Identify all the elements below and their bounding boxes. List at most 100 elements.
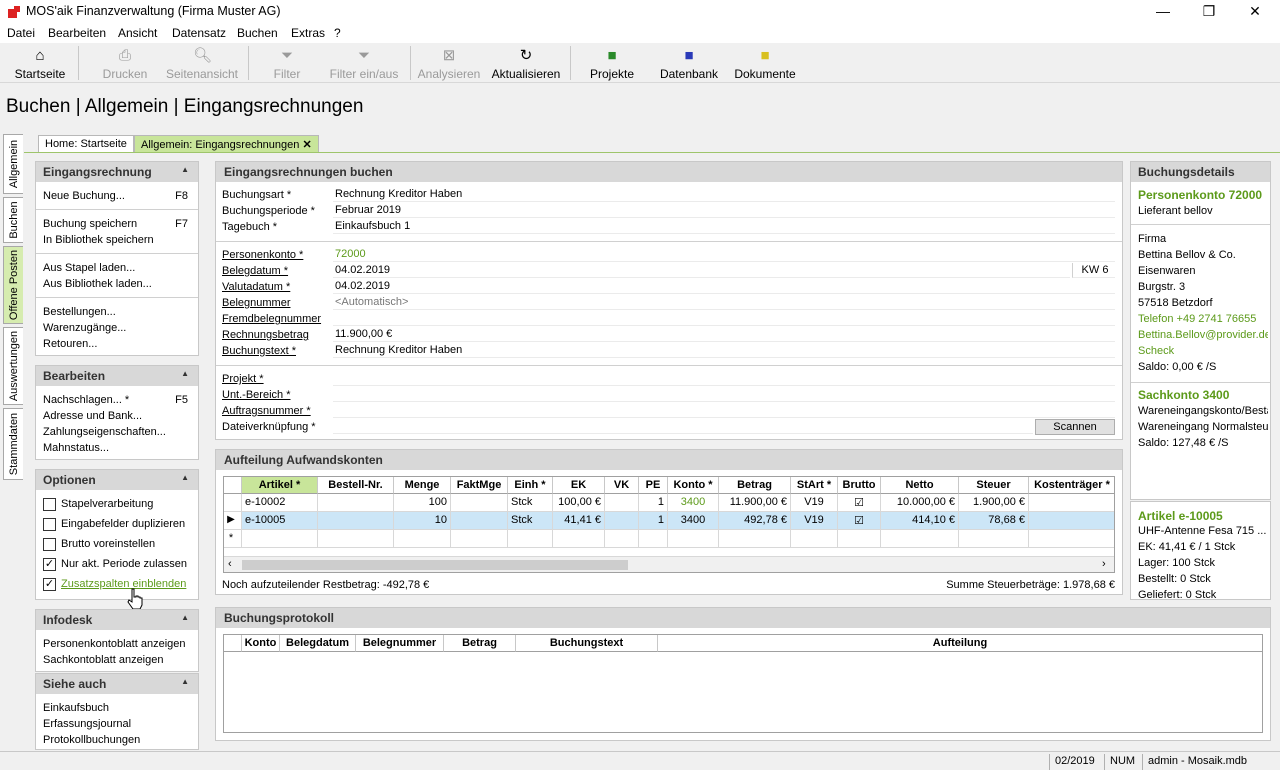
link-nachschlagen[interactable]: Nachschlagen... *: [43, 394, 129, 406]
field-rechnungsbetrag[interactable]: 11.900,00 €: [333, 327, 1115, 342]
checkbox-nur-akt-periode[interactable]: ✓: [43, 558, 56, 571]
cell-betrag[interactable]: 11.900,00 €: [719, 494, 791, 512]
cell-faktmge[interactable]: [451, 494, 508, 512]
col-header-konto[interactable]: Konto: [242, 635, 280, 652]
cell-menge[interactable]: 10: [394, 512, 451, 530]
scheck-link[interactable]: Scheck: [1138, 345, 1268, 357]
cell-new[interactable]: [451, 530, 508, 548]
aktualisieren-button[interactable]: ↻ Aktualisieren: [490, 43, 562, 83]
cell-start[interactable]: V19: [791, 512, 838, 530]
section-infodesk-header[interactable]: Infodesk ▲: [36, 610, 198, 630]
link-protokollbuchungen[interactable]: Protokollbuchungen: [43, 734, 140, 746]
col-header-konto[interactable]: Konto *: [668, 477, 719, 494]
field-personenkonto[interactable]: 72000: [333, 247, 1115, 262]
checkbox-eingabefelder-duplizieren[interactable]: [43, 518, 56, 531]
cell-netto[interactable]: 414,10 €: [881, 512, 959, 530]
col-header-einh[interactable]: Einh *: [508, 477, 553, 494]
cell-new[interactable]: [959, 530, 1029, 548]
field-tagebuch[interactable]: Einkaufsbuch 1: [333, 219, 1115, 234]
section-optionen-header[interactable]: Optionen ▲: [36, 470, 198, 490]
cell-einh[interactable]: Stck: [508, 512, 553, 530]
cell-brutto-checkbox[interactable]: ☑: [838, 512, 881, 530]
col-header-kostentraeger[interactable]: Kostenträger *: [1029, 477, 1114, 494]
cell-menge[interactable]: 100: [394, 494, 451, 512]
link-sachkontoblatt[interactable]: Sachkontoblatt anzeigen: [43, 654, 163, 666]
drucken-button[interactable]: ⎙ Drucken: [98, 43, 152, 83]
cell-ek[interactable]: 100,00 €: [553, 494, 605, 512]
cell-netto[interactable]: 10.000,00 €: [881, 494, 959, 512]
new-row-marker[interactable]: *: [224, 530, 242, 548]
label-zusatzspalten[interactable]: Zusatzspalten einblenden: [61, 578, 186, 590]
field-belegnummer[interactable]: <Automatisch>: [333, 295, 1115, 310]
col-header-netto[interactable]: Netto: [881, 477, 959, 494]
col-header-aufteilung[interactable]: Aufteilung: [658, 635, 1262, 652]
link-retouren[interactable]: Retouren...: [43, 338, 97, 350]
cell-faktmge[interactable]: [451, 512, 508, 530]
close-window-button[interactable]: ✕: [1232, 0, 1278, 24]
section-eingangsrechnung-header[interactable]: Eingangsrechnung ▲: [36, 162, 198, 182]
email-link[interactable]: Bettina.Bellov@provider.de: [1138, 329, 1268, 341]
startseite-button[interactable]: ⌂ Startseite: [10, 43, 70, 83]
cell-vk[interactable]: [605, 494, 639, 512]
cell-new[interactable]: [791, 530, 838, 548]
vtab-offene-posten[interactable]: Offene Posten: [3, 246, 23, 324]
col-header-betrag[interactable]: Betrag: [444, 635, 516, 652]
projekte-button[interactable]: ■ Projekte: [584, 43, 640, 83]
link-zahlungseigenschaften[interactable]: Zahlungseigenschaften...: [43, 426, 166, 438]
link-bibliothek-speichern[interactable]: In Bibliothek speichern: [43, 234, 154, 246]
link-neue-buchung[interactable]: Neue Buchung...: [43, 190, 125, 202]
col-header-belegdatum[interactable]: Belegdatum: [280, 635, 356, 652]
field-buchungstext[interactable]: Rechnung Kreditor Haben: [333, 343, 1115, 358]
vtab-allgemein[interactable]: Allgemein: [3, 134, 23, 194]
menu-help[interactable]: ?: [334, 26, 341, 40]
col-header-pe[interactable]: PE: [639, 477, 668, 494]
cell-new[interactable]: [668, 530, 719, 548]
cell-new[interactable]: [1029, 530, 1114, 548]
cell-betrag[interactable]: 492,78 €: [719, 512, 791, 530]
cell-new[interactable]: [881, 530, 959, 548]
cell-artikel[interactable]: e-10002: [242, 494, 318, 512]
link-erfassungsjournal[interactable]: Erfassungsjournal: [43, 718, 131, 730]
section-siehe-auch-header[interactable]: Siehe auch ▲: [36, 674, 198, 694]
col-header-menge[interactable]: Menge: [394, 477, 451, 494]
field-belegdatum[interactable]: 04.02.2019: [333, 263, 1070, 278]
menu-datei[interactable]: Datei: [7, 26, 35, 40]
col-header-vk[interactable]: VK: [605, 477, 639, 494]
cell-start[interactable]: V19: [791, 494, 838, 512]
link-bibliothek-laden[interactable]: Aus Bibliothek laden...: [43, 278, 152, 290]
cell-einh[interactable]: Stck: [508, 494, 553, 512]
field-unt-bereich[interactable]: [333, 387, 1115, 402]
minimize-button[interactable]: —: [1140, 0, 1186, 24]
scroll-left-icon[interactable]: ‹: [228, 558, 232, 570]
tab-eingangsrechnungen[interactable]: Allgemein: Eingangsrechnungen ✕: [134, 135, 319, 152]
vtab-stammdaten[interactable]: Stammdaten: [3, 408, 23, 480]
menu-datensatz[interactable]: Datensatz: [172, 26, 226, 40]
cell-new[interactable]: [838, 530, 881, 548]
col-header-bestell-nr[interactable]: Bestell-Nr.: [318, 477, 394, 494]
horizontal-scrollbar[interactable]: ‹ ›: [224, 556, 1114, 572]
col-header-brutto[interactable]: Brutto: [838, 477, 881, 494]
row-header[interactable]: [224, 494, 242, 512]
link-buchung-speichern[interactable]: Buchung speichern: [43, 218, 137, 230]
col-header-ek[interactable]: EK: [553, 477, 605, 494]
field-fremdbelegnummer[interactable]: [333, 311, 1115, 326]
field-buchungsart[interactable]: Rechnung Kreditor Haben: [333, 187, 1115, 202]
field-projekt[interactable]: [333, 371, 1115, 386]
link-personenkontoblatt[interactable]: Personenkontoblatt anzeigen: [43, 638, 186, 650]
col-header-artikel[interactable]: Artikel *: [242, 477, 318, 494]
link-einkaufsbuch[interactable]: Einkaufsbuch: [43, 702, 109, 714]
current-row-marker[interactable]: ▶: [224, 512, 242, 530]
col-header-buchungstext[interactable]: Buchungstext: [516, 635, 658, 652]
link-warenzugaenge[interactable]: Warenzugänge...: [43, 322, 126, 334]
cell-kostentraeger[interactable]: [1029, 512, 1114, 530]
cell-artikel[interactable]: e-10005: [242, 512, 318, 530]
cell-new[interactable]: [394, 530, 451, 548]
field-auftragsnummer[interactable]: [333, 403, 1115, 418]
link-bestellungen[interactable]: Bestellungen...: [43, 306, 116, 318]
cell-pe[interactable]: 1: [639, 494, 668, 512]
cell-new[interactable]: [318, 530, 394, 548]
seitenansicht-button[interactable]: 🔍︎ Seitenansicht: [164, 43, 240, 83]
scannen-button[interactable]: Scannen: [1035, 419, 1115, 435]
field-valutadatum[interactable]: 04.02.2019: [333, 279, 1115, 294]
datenbank-button[interactable]: ■ Datenbank: [656, 43, 722, 83]
